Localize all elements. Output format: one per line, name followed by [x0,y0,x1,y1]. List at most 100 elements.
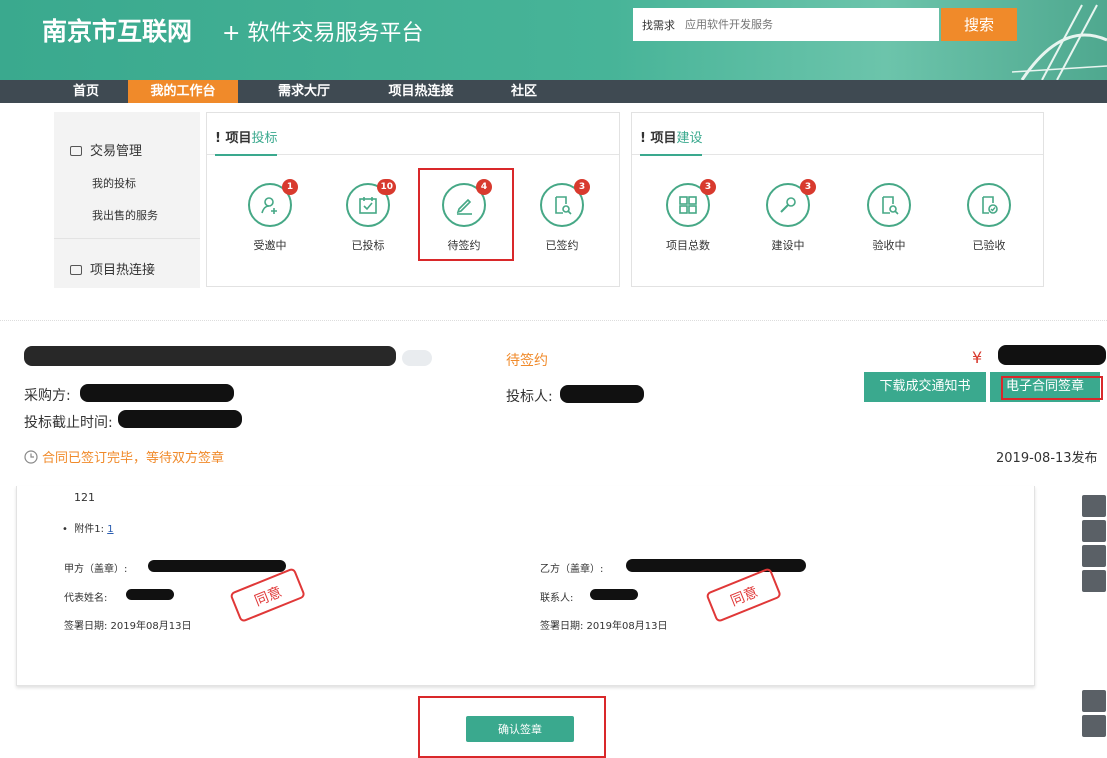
nav-home[interactable]: 首页 [56,80,116,103]
bidder-label: 投标人: [506,389,553,405]
sign-notice-text: 合同已签订完毕，等待双方签章 [42,451,225,466]
stat-circle: 1 [248,179,298,227]
search-box: 找需求 [633,8,939,41]
panel-title-prefix: ! 项目 [640,131,677,146]
attachment-clip-icon[interactable] [402,350,432,366]
site-title[interactable]: 南京市互联网 [42,12,192,48]
sidebar-group-label: 项目热连接 [90,263,156,278]
party-b-date: 签署日期: 2019年08月13日 [540,621,668,632]
build-panel: ! 项目建设 3 项目总数 3 建设中 验收中 已验收 [631,112,1044,287]
count-badge: 3 [800,179,816,195]
redacted-deadline [118,410,242,428]
stat-circle: 10 [346,179,396,227]
document-search-icon [555,196,572,215]
grid-icon [679,196,697,214]
stat-circle [967,183,1011,227]
attachment-link[interactable]: 1 [107,524,113,535]
sidebar-divider [54,238,200,239]
nav-project-hot-link[interactable]: 项目热连接 [372,80,470,103]
stat-circle: 3 [540,179,590,227]
publish-date: 2019-08-13发布 [996,451,1098,466]
calendar-check-icon [359,197,377,214]
print-icon[interactable] [1082,570,1106,592]
sidebar-item-my-bids[interactable]: 我的投标 [92,175,136,191]
panel-title: ! 项目投标 [215,127,278,156]
stat-label: 建设中 [771,239,805,252]
party-b-contact-label: 联系人: [540,593,574,604]
count-badge: 1 [282,179,298,195]
stat-accepted[interactable]: 已验收 [944,183,1034,253]
nav-my-workbench[interactable]: 我的工作台 [128,80,238,103]
sidebar-item-my-services[interactable]: 我出售的服务 [92,207,158,223]
briefcase-icon[interactable] [1082,520,1106,542]
stat-bid[interactable]: 10 已投标 [323,179,413,253]
highlight-box-pending-sign [418,168,514,261]
stat-project-total[interactable]: 3 项目总数 [643,179,733,253]
highlight-box-confirm [418,696,606,758]
redacted-bidder [560,385,644,403]
count-badge: 3 [574,179,590,195]
document-check-icon [982,196,998,214]
wrench-icon [780,197,796,213]
attachment-item: • 附件1: 1 [62,520,114,535]
search-input[interactable] [685,12,930,36]
download-notice-button[interactable]: 下载成交通知书 [864,372,986,402]
site-subtitle: + 软件交易服务平台 [222,21,424,46]
sidebar: 交易管理 我的投标 我出售的服务 项目热连接 [54,112,200,288]
redacted-price [998,345,1106,365]
stat-signed[interactable]: 3 已签约 [517,179,607,253]
panel-header: ! 项目建设 [632,113,1043,156]
bridge-decoration-icon [1012,4,1107,80]
section-divider [0,320,1107,321]
redacted-party-b [626,559,806,572]
sidebar-group-hot-link[interactable]: 项目热连接 [70,259,155,278]
stat-circle [867,183,911,227]
buyer-label: 采购方: [24,388,71,404]
redacted-buyer [80,384,234,402]
list-icon [70,265,82,275]
panel-title-accent: 建设 [676,131,703,146]
party-a-date: 签署日期: 2019年08月13日 [64,621,192,632]
panel-title-accent: 投标 [251,131,278,146]
stat-label: 验收中 [872,239,906,252]
highlight-box-esign [1001,376,1103,400]
stat-label: 已验收 [972,239,1006,252]
headset-icon[interactable] [1082,545,1106,567]
bid-panel: ! 项目投标 1 受邀中 10 已投标 4 待签约 3 已签约 [206,112,620,287]
back-to-top-icon[interactable] [1082,715,1106,737]
search-category-label[interactable]: 找需求 [642,17,675,33]
count-badge: 10 [377,179,396,195]
deadline-label: 投标截止时间: [24,415,113,431]
main-nav: 首页 我的工作台 需求大厅 项目热连接 社区 [0,80,1107,103]
clock-icon [24,450,38,464]
price-currency: ¥ [972,348,983,367]
contract-document [16,486,1035,686]
party-a-label: 甲方（盖章）: [64,564,128,575]
redacted-party-a [148,560,286,572]
stat-label: 已签约 [545,239,579,252]
count-badge: 3 [700,179,716,195]
redacted-project-title [24,346,396,366]
menu-list-icon[interactable] [1082,690,1106,712]
window-icon [70,146,82,156]
sign-notice: 合同已签订完毕，等待双方签章 [24,447,224,466]
panel-header: ! 项目投标 [207,113,619,156]
stat-accepting[interactable]: 验收中 [844,183,934,253]
message-icon[interactable] [1082,495,1106,517]
stat-building[interactable]: 3 建设中 [743,179,833,253]
person-add-icon [261,197,277,214]
project-status: 待签约 [506,353,548,369]
panel-title-prefix: ! 项目 [215,131,252,146]
stat-label: 已投标 [351,239,385,252]
page: 南京市互联网 + 软件交易服务平台 找需求 搜索 首页 我的工作台 需求大厅 项… [0,0,1107,758]
sidebar-group-trade[interactable]: 交易管理 [70,140,142,159]
redacted-party-a-rep [126,589,174,600]
sidebar-group-label: 交易管理 [90,144,143,159]
nav-community[interactable]: 社区 [496,80,552,103]
stat-circle: 3 [766,179,816,227]
bullet: • [62,524,75,535]
stat-invited[interactable]: 1 受邀中 [225,179,315,253]
search-button[interactable]: 搜索 [941,8,1017,41]
stat-circle: 3 [666,179,716,227]
nav-demand-hall[interactable]: 需求大厅 [262,80,346,103]
